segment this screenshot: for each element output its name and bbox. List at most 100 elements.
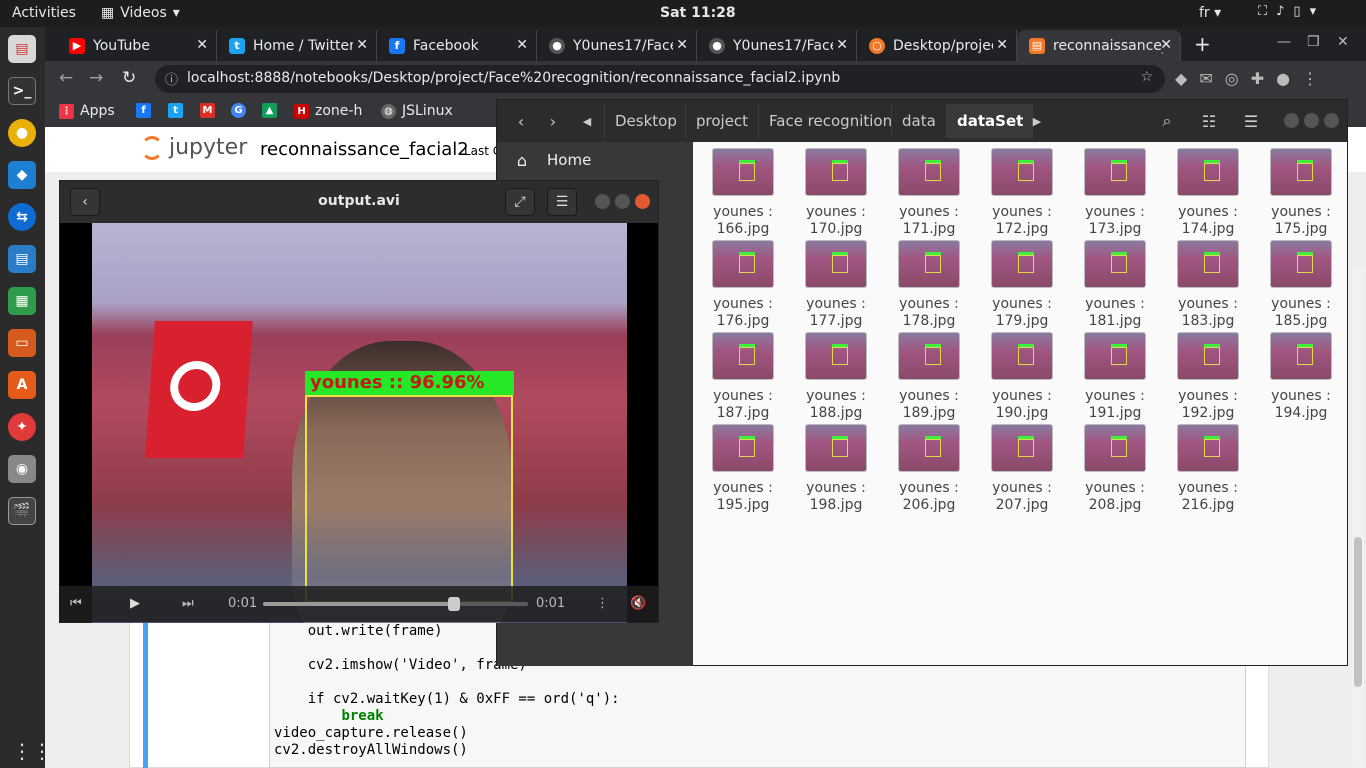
- bookmark-drive[interactable]: ▲: [262, 103, 277, 118]
- seek-bar[interactable]: [263, 597, 528, 611]
- video-frame[interactable]: younes :: 96.96%: [92, 223, 627, 623]
- file-item[interactable]: younes :171.jpg: [889, 148, 969, 238]
- close-icon[interactable]: ✕: [836, 37, 848, 53]
- disk-icon[interactable]: ◉: [8, 455, 36, 483]
- app-menu[interactable]: ▦ Videos ▾: [101, 5, 180, 21]
- more-options-icon[interactable]: ⋮: [596, 596, 609, 611]
- file-item[interactable]: younes :195.jpg: [703, 424, 783, 514]
- tab-youtube[interactable]: ▶ YouTube ✕: [57, 30, 217, 61]
- file-item[interactable]: younes :216.jpg: [1168, 424, 1248, 514]
- new-tab-button[interactable]: +: [1194, 32, 1211, 56]
- file-item[interactable]: younes :181.jpg: [1075, 240, 1155, 330]
- bookmark-twitter[interactable]: t: [168, 103, 183, 118]
- maximize-icon[interactable]: [1304, 113, 1319, 128]
- minimize-icon[interactable]: [1284, 113, 1299, 128]
- tab-twitter[interactable]: t Home / Twitter ✕: [217, 30, 377, 61]
- info-icon[interactable]: ⓘ: [165, 69, 178, 88]
- file-item[interactable]: younes :179.jpg: [982, 240, 1062, 330]
- close-icon[interactable]: ✕: [996, 37, 1008, 53]
- file-item[interactable]: younes :183.jpg: [1168, 240, 1248, 330]
- file-item[interactable]: younes :208.jpg: [1075, 424, 1155, 514]
- breadcrumb-desktop[interactable]: Desktop: [604, 104, 687, 138]
- page-scrollbar[interactable]: [1352, 267, 1364, 767]
- close-icon[interactable]: ✕: [516, 37, 528, 53]
- tab-facebook[interactable]: f Facebook ✕: [377, 30, 537, 61]
- breadcrumb-face-recognition[interactable]: Face recognition: [758, 104, 902, 138]
- bookmark-facebook[interactable]: f: [136, 103, 151, 118]
- extension-mask-icon[interactable]: ◎: [1225, 69, 1239, 88]
- volume-muted-icon[interactable]: 🔇: [630, 596, 646, 611]
- seek-handle[interactable]: [447, 597, 460, 611]
- reload-icon[interactable]: ↻: [122, 68, 136, 88]
- bookmark-zone-h[interactable]: H zone-h: [294, 103, 362, 119]
- file-item[interactable]: younes :170.jpg: [796, 148, 876, 238]
- minimize-icon[interactable]: —: [1277, 34, 1291, 50]
- file-item[interactable]: younes :173.jpg: [1075, 148, 1155, 238]
- tab-github-2[interactable]: ● Y0unes17/Face ✕: [697, 30, 857, 61]
- bookmark-google[interactable]: G: [231, 103, 246, 118]
- vscode-icon[interactable]: ◆: [8, 161, 36, 189]
- file-item[interactable]: younes :190.jpg: [982, 332, 1062, 422]
- file-item[interactable]: younes :166.jpg: [703, 148, 783, 238]
- close-icon[interactable]: ✕: [356, 37, 368, 53]
- menu-icon[interactable]: ☰: [547, 188, 577, 216]
- close-icon[interactable]: ✕: [1160, 37, 1172, 53]
- chrome-icon[interactable]: ●: [8, 119, 36, 147]
- skip-forward-icon[interactable]: ⏭: [182, 596, 194, 611]
- minimize-icon[interactable]: [595, 194, 610, 209]
- close-window-icon[interactable]: ✕: [1337, 34, 1349, 50]
- file-item[interactable]: younes :174.jpg: [1168, 148, 1248, 238]
- file-item[interactable]: younes :198.jpg: [796, 424, 876, 514]
- maximize-icon[interactable]: ❐: [1307, 34, 1320, 50]
- more-menu-icon[interactable]: ⋮: [1302, 69, 1318, 88]
- teamviewer-icon[interactable]: ⇆: [8, 203, 36, 231]
- writer-icon[interactable]: ▤: [8, 245, 36, 273]
- breadcrumb-right-icon[interactable]: ▶: [1027, 108, 1047, 134]
- extension-mail-icon[interactable]: ✉: [1199, 69, 1212, 88]
- close-icon[interactable]: [1324, 113, 1339, 128]
- skip-back-icon[interactable]: ⏮: [70, 596, 82, 611]
- extension-gem-icon[interactable]: ◆: [1175, 69, 1187, 88]
- file-item[interactable]: younes :192.jpg: [1168, 332, 1248, 422]
- maximize-icon[interactable]: [615, 194, 630, 209]
- file-item[interactable]: younes :176.jpg: [703, 240, 783, 330]
- address-bar[interactable]: ⓘ localhost:8888/notebooks/Desktop/proje…: [155, 65, 1165, 93]
- file-item[interactable]: younes :178.jpg: [889, 240, 969, 330]
- fullscreen-icon[interactable]: ⤢: [505, 188, 535, 216]
- bookmark-star-icon[interactable]: ☆: [1140, 69, 1153, 85]
- settings-icon[interactable]: ✦: [8, 413, 36, 441]
- close-icon[interactable]: ✕: [676, 37, 688, 53]
- breadcrumb-dataset[interactable]: dataSet: [946, 104, 1034, 138]
- menu-icon[interactable]: ☰: [1237, 108, 1265, 134]
- file-item[interactable]: younes :172.jpg: [982, 148, 1062, 238]
- file-item[interactable]: younes :177.jpg: [796, 240, 876, 330]
- file-item[interactable]: younes :175.jpg: [1261, 148, 1341, 238]
- file-item[interactable]: younes :191.jpg: [1075, 332, 1155, 422]
- tab-jupyter-tree[interactable]: ○ Desktop/project ✕: [857, 30, 1017, 61]
- file-item[interactable]: younes :189.jpg: [889, 332, 969, 422]
- breadcrumb-data[interactable]: data: [891, 104, 946, 138]
- notebook-name[interactable]: reconnaissance_facial2: [260, 139, 469, 160]
- file-item[interactable]: younes :194.jpg: [1261, 332, 1341, 422]
- system-tray[interactable]: ⛶ ♪ ▯ ▾: [1258, 4, 1316, 19]
- bookmark-gmail[interactable]: M: [200, 103, 215, 118]
- tab-github-1[interactable]: ● Y0unes17/Face ✕: [537, 30, 697, 61]
- breadcrumb-project[interactable]: project: [685, 104, 758, 138]
- profile-avatar[interactable]: ●: [1276, 69, 1290, 88]
- bookmark-apps[interactable]: ⋮ Apps: [59, 103, 115, 119]
- view-toggle-icon[interactable]: ☷: [1195, 108, 1223, 134]
- tab-jupyter-notebook[interactable]: ▤ reconnaissance_facial2 ✕: [1017, 30, 1181, 61]
- file-item[interactable]: younes :185.jpg: [1261, 240, 1341, 330]
- forward-icon[interactable]: ›: [539, 108, 567, 134]
- file-item[interactable]: younes :206.jpg: [889, 424, 969, 514]
- forward-icon[interactable]: →: [89, 68, 103, 88]
- file-item[interactable]: younes :188.jpg: [796, 332, 876, 422]
- close-icon[interactable]: ✕: [196, 37, 208, 53]
- software-center-icon[interactable]: A: [8, 371, 36, 399]
- extensions-puzzle-icon[interactable]: ✚: [1251, 69, 1264, 88]
- jupyter-logo[interactable]: jupyter: [141, 135, 247, 160]
- videos-icon[interactable]: 🎬: [8, 497, 36, 525]
- sidebar-item-home[interactable]: ⌂ Home: [497, 142, 693, 178]
- breadcrumb-left-icon[interactable]: ◀: [577, 108, 597, 134]
- text-editor-icon[interactable]: ▤: [8, 35, 36, 63]
